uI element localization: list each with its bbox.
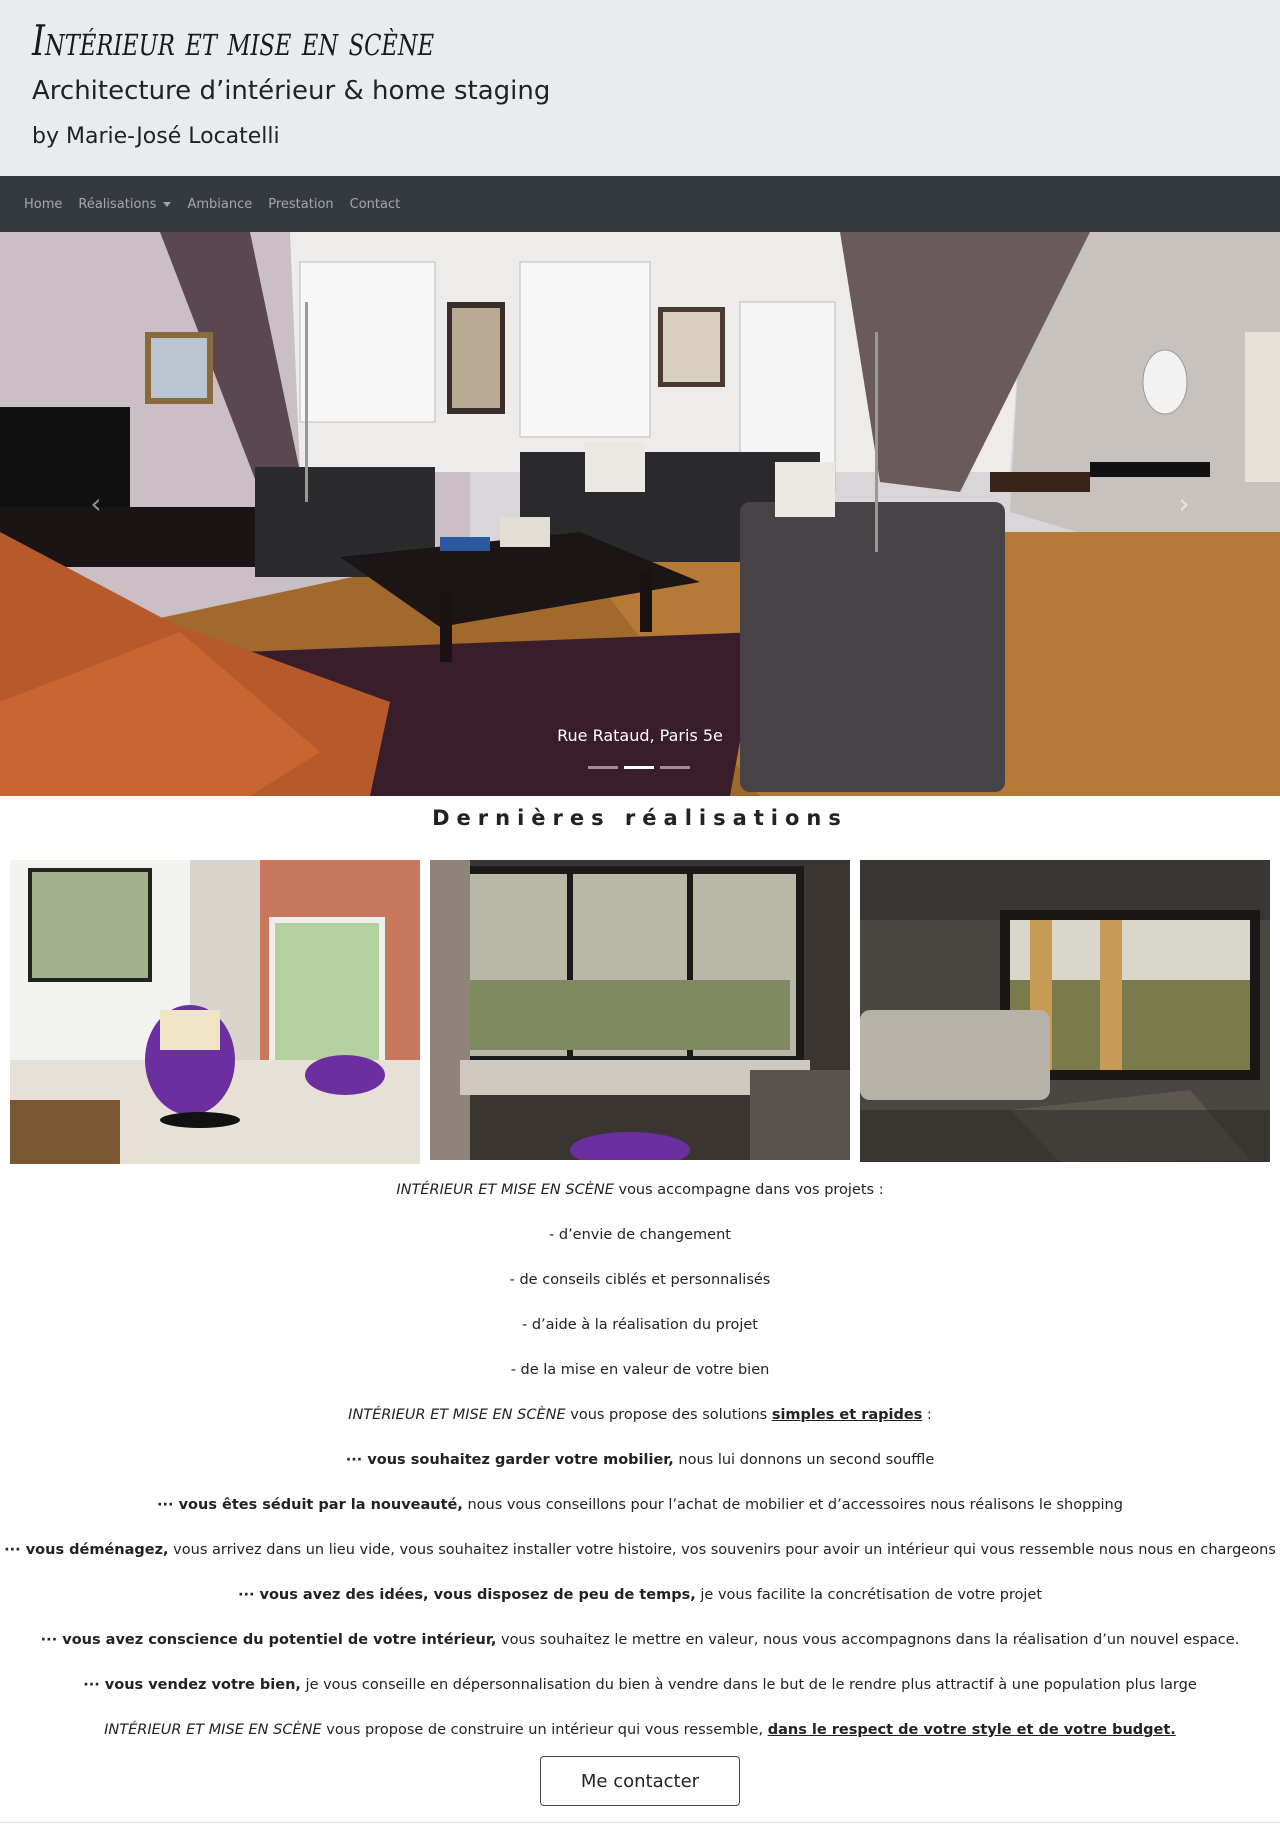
case-line: ··· vous déménagez, vous arrivez dans un… (0, 1536, 1280, 1581)
contact-button[interactable]: Me contacter (540, 1756, 740, 1806)
project-thumbnail[interactable] (10, 860, 420, 1164)
caret-down-icon (163, 201, 172, 207)
intro-list-item: - de conseils ciblés et personnalisés (509, 1272, 771, 1288)
nav-realisations-dropdown[interactable]: Réalisations (70, 197, 179, 212)
nav-prestation[interactable]: Prestation (260, 197, 341, 212)
nav-realisations-label: Réalisations (78, 196, 157, 212)
brand-name: INTÉRIEUR ET MISE EN SCÈNE (348, 1407, 566, 1423)
carousel-next-button[interactable]: › (1164, 484, 1204, 524)
site-header: Intérieur et mise en scène Architecture … (0, 0, 1280, 176)
case-line: ··· vous êtes séduit par la nouveauté, n… (0, 1491, 1280, 1536)
site-title[interactable]: Intérieur et mise en scène (32, 16, 434, 65)
carousel-indicator[interactable] (588, 766, 618, 769)
case-line: ··· vous vendez votre bien, je vous cons… (0, 1671, 1280, 1716)
nav-home[interactable]: Home (16, 197, 70, 212)
closing-line: INTÉRIEUR ET MISE EN SCÈNE vous propose … (0, 1716, 1280, 1761)
main-navbar: Home Réalisations Ambiance Prestation Co… (0, 176, 1280, 232)
closing-text: vous propose de construire un intérieur … (321, 1722, 768, 1738)
solutions-line: INTÉRIEUR ET MISE EN SCÈNE vous propose … (0, 1401, 1280, 1446)
intro-list-item: - de la mise en valeur de votre bien (510, 1362, 770, 1378)
brand-name: INTÉRIEUR ET MISE EN SCÈNE (396, 1182, 614, 1198)
brand-name: INTÉRIEUR ET MISE EN SCÈNE (104, 1722, 322, 1738)
case-bold: ··· vous vendez votre bien, (83, 1677, 301, 1693)
hero-carousel: ‹ › Rue Rataud, Paris 5e (0, 232, 1280, 796)
site-author: by Marie-José Locatelli (32, 124, 280, 149)
case-line: ··· vous avez conscience du potentiel de… (0, 1626, 1280, 1671)
simples-rapides-link[interactable]: simples et rapides (772, 1407, 923, 1423)
case-bold: ··· vous avez conscience du potentiel de… (40, 1632, 497, 1648)
carousel-indicators (588, 766, 690, 769)
carousel-caption: Rue Rataud, Paris 5e (557, 726, 723, 745)
nav-ambiance[interactable]: Ambiance (179, 197, 260, 212)
case-line: ··· vous avez des idées, vous disposez d… (0, 1581, 1280, 1626)
case-line: ··· vous souhaitez garder votre mobilier… (0, 1446, 1280, 1491)
style-budget-link[interactable]: dans le respect de votre style et de vot… (768, 1722, 1176, 1738)
nav-contact[interactable]: Contact (342, 197, 409, 212)
section-title: Dernières réalisations (432, 806, 848, 830)
carousel-prev-button[interactable]: ‹ (76, 484, 116, 524)
colon-text: : (922, 1407, 932, 1423)
case-text: je vous conseille en dépersonnalisation … (300, 1677, 1197, 1693)
carousel-indicator[interactable] (660, 766, 690, 769)
thumbnail-image (10, 860, 420, 1164)
project-thumbnail[interactable] (860, 860, 1270, 1162)
intro-line: INTÉRIEUR ET MISE EN SCÈNE vous accompag… (0, 1176, 1280, 1221)
intro-list-item: - d’aide à la réalisation du projet (521, 1317, 758, 1333)
intro-text-span: vous accompagne dans vos projets : (613, 1182, 884, 1198)
footer-divider (0, 1822, 1280, 1823)
case-text: nous vous conseillons pour l’achat de mo… (462, 1497, 1123, 1513)
carousel-indicator-active[interactable] (624, 766, 654, 769)
project-thumbnail[interactable] (430, 860, 850, 1160)
case-text: vous arrivez dans un lieu vide, vous sou… (168, 1542, 1276, 1558)
case-text: nous lui donnons un second souffle (673, 1452, 935, 1468)
case-bold: ··· vous déménagez, (4, 1542, 169, 1558)
case-bold: ··· vous êtes séduit par la nouveauté, (157, 1497, 463, 1513)
carousel-slide-image (0, 232, 1280, 796)
case-text: vous souhaitez le mettre en valeur, nous… (496, 1632, 1240, 1648)
intro-text: INTÉRIEUR ET MISE EN SCÈNE vous accompag… (0, 1176, 1280, 1761)
case-bold: ··· vous souhaitez garder votre mobilier… (345, 1452, 674, 1468)
site-subtitle: Architecture d’intérieur & home staging (32, 76, 551, 106)
thumbnail-image (860, 860, 1270, 1162)
case-bold: ··· vous avez des idées, vous disposez d… (237, 1587, 696, 1603)
case-text: je vous facilite la concrétisation de vo… (695, 1587, 1043, 1603)
thumbnail-image (430, 860, 850, 1160)
intro-list-item: - d’envie de changement (549, 1227, 731, 1243)
solutions-text: vous propose des solutions (565, 1407, 772, 1423)
